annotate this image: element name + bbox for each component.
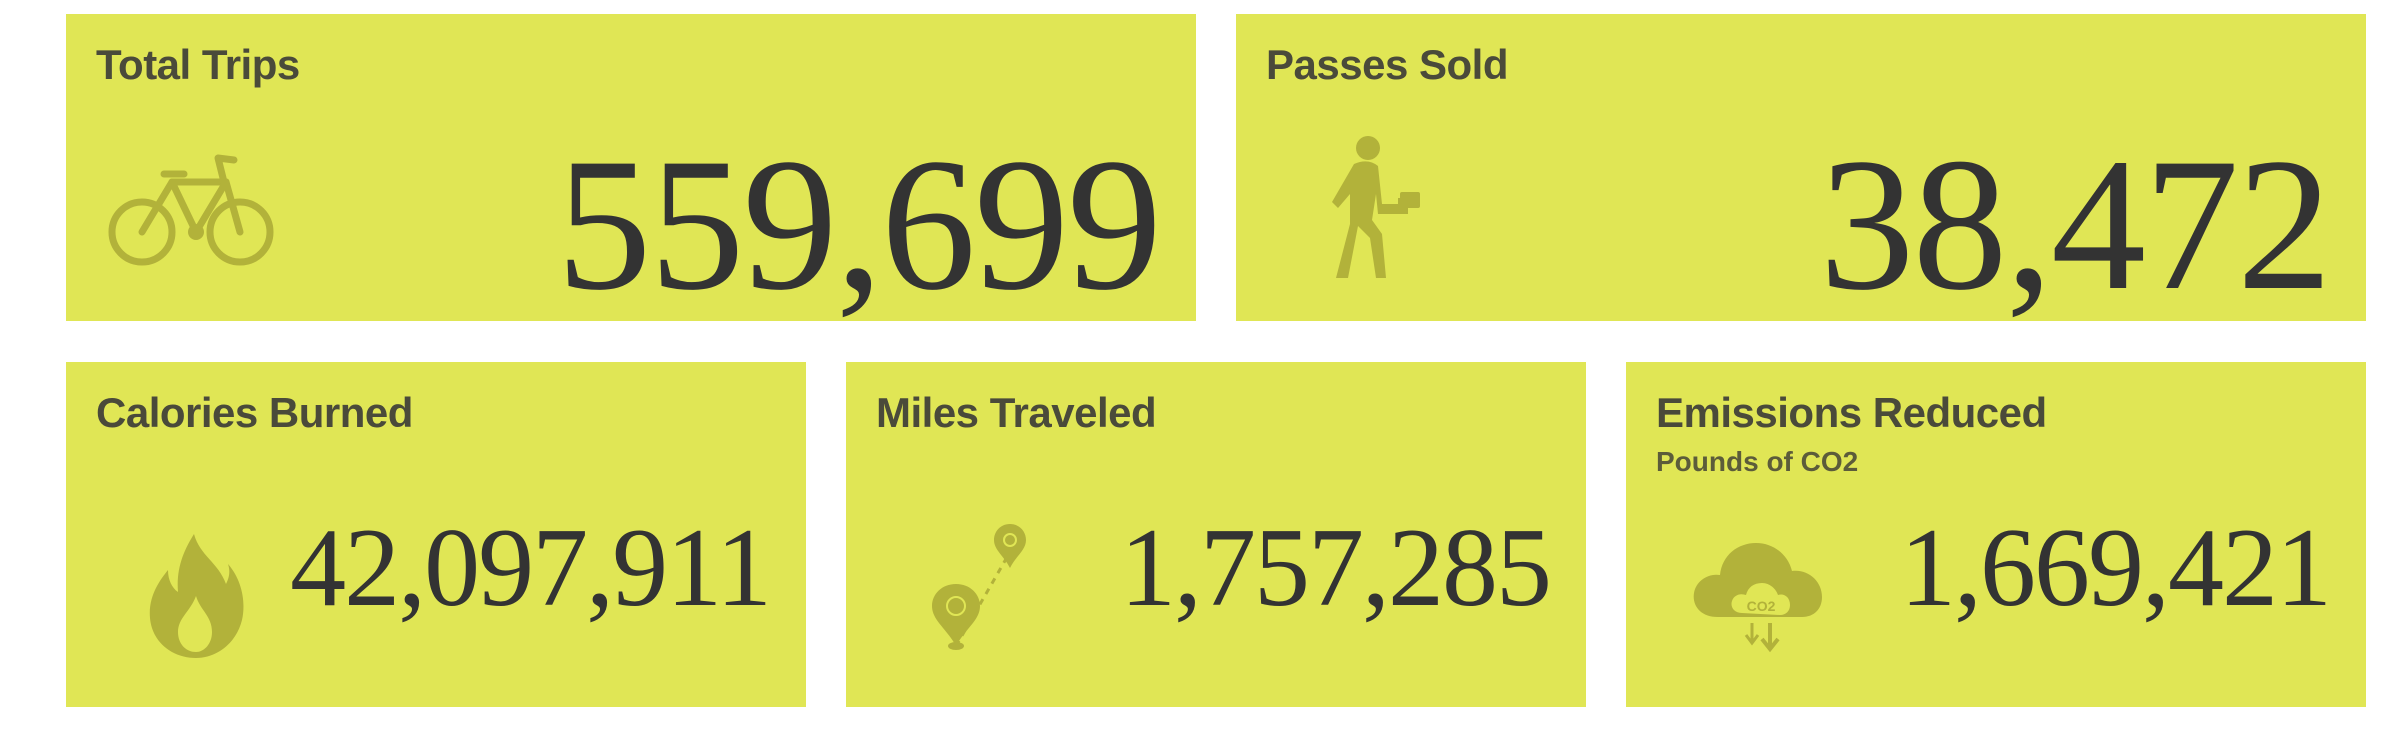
map-route-icon — [926, 522, 1036, 662]
card-subtitle: Pounds of CO2 — [1656, 446, 1859, 477]
passes-sold-card: Passes Sold 38,472 — [1236, 14, 2366, 321]
calories-burned-value: 42,097,911 — [290, 506, 772, 630]
miles-traveled-value: 1,757,285 — [1120, 506, 1552, 630]
card-title: Passes Sold — [1266, 41, 1508, 88]
card-title: Emissions Reduced — [1656, 389, 2047, 436]
emissions-reduced-card: Emissions Reduced Pounds of CO2 CO2 1,66… — [1626, 362, 2366, 707]
flame-icon — [146, 532, 246, 662]
card-title: Calories Burned — [96, 389, 413, 436]
bicycle-icon — [106, 152, 286, 272]
walking-person-icon — [1316, 134, 1426, 284]
emissions-reduced-value: 1,669,421 — [1900, 506, 2332, 630]
co2-label: CO2 — [1747, 598, 1776, 614]
card-title: Miles Traveled — [876, 389, 1157, 436]
miles-traveled-card: Miles Traveled 1,757,285 — [846, 362, 1586, 707]
total-trips-value: 559,699 — [556, 120, 1162, 330]
calories-burned-card: Calories Burned 42,097,911 — [66, 362, 806, 707]
card-title: Total Trips — [96, 41, 300, 88]
passes-sold-value: 38,472 — [1819, 120, 2332, 330]
co2-cloud-icon: CO2 — [1690, 527, 1830, 657]
total-trips-card: Total Trips 559,699 — [66, 14, 1196, 321]
